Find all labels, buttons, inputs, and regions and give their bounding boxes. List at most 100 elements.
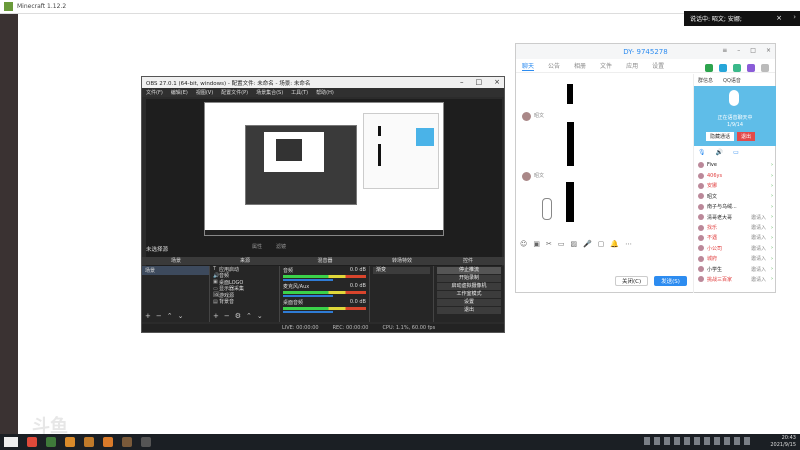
- menu-icon[interactable]: ≡: [722, 47, 727, 54]
- minimize-icon[interactable]: –: [460, 78, 464, 86]
- gif-icon[interactable]: ▣: [533, 240, 540, 248]
- more-icon[interactable]: ⋯: [625, 240, 632, 248]
- scene-item[interactable]: 场景: [142, 266, 209, 275]
- signal-icon: ›: [771, 203, 773, 210]
- clock[interactable]: 20:43 2021/9/15: [770, 435, 796, 449]
- member-item[interactable]: 城府 邀请入 ›: [694, 254, 776, 264]
- more-icon[interactable]: [761, 64, 769, 72]
- menu-view[interactable]: 视图(V): [196, 89, 213, 96]
- tab-qq-voice[interactable]: QQ语音: [723, 77, 741, 84]
- down-icon[interactable]: ⌄: [257, 312, 263, 320]
- tab-album[interactable]: 相册: [574, 61, 586, 70]
- close-button[interactable]: 关闭(C): [615, 276, 649, 286]
- member-item[interactable]: 南子与乌绒... ›: [694, 202, 776, 212]
- source-item[interactable]: ▤ 背景音: [210, 299, 279, 306]
- hide-call-button[interactable]: 隐藏通话: [706, 132, 735, 141]
- add-icon[interactable]: +: [213, 312, 219, 320]
- filters-button[interactable]: 滤镜: [276, 243, 286, 250]
- send-button[interactable]: 发送(S): [654, 276, 687, 286]
- mixer-channel: 桌面音频 0.0 dB: [280, 298, 369, 314]
- remove-icon[interactable]: −: [156, 312, 162, 320]
- rec-time: REC: 00:00:00: [332, 325, 369, 331]
- input-toolbar: ☺ ▣ ✂ ▭ ▨ 🎤 ▢ 🔔 ⋯: [520, 240, 632, 248]
- chat-area[interactable]: 昭文 昭文: [516, 74, 693, 234]
- tab-settings[interactable]: 设置: [652, 61, 664, 70]
- obs-taskbar-icon[interactable]: [141, 437, 151, 447]
- up-icon[interactable]: ⌃: [246, 312, 252, 320]
- tab-group-info[interactable]: 群信息: [698, 77, 713, 84]
- voice-icon[interactable]: 🎤: [583, 240, 592, 248]
- share-icon[interactable]: [733, 64, 741, 72]
- tab-chat[interactable]: 聊天: [522, 61, 535, 71]
- image-icon[interactable]: ▨: [570, 240, 577, 248]
- menu-file[interactable]: 文件(F): [146, 89, 163, 96]
- add-icon[interactable]: +: [145, 312, 151, 320]
- tab-files[interactable]: 文件: [600, 61, 612, 70]
- maximize-icon[interactable]: □: [476, 78, 483, 86]
- menu-scene-collection[interactable]: 场景集合(S): [256, 89, 283, 96]
- menu-help[interactable]: 帮助(H): [316, 89, 334, 96]
- app-icon[interactable]: [103, 437, 113, 447]
- gear-icon[interactable]: ⚙: [235, 312, 241, 320]
- bell-icon[interactable]: 🔔: [610, 240, 619, 248]
- member-item[interactable]: 挑战三百家 邀请入 ›: [694, 274, 776, 284]
- tab-apps[interactable]: 应用: [626, 61, 638, 70]
- member-item[interactable]: 小学生 邀请入 ›: [694, 264, 776, 274]
- cut-icon[interactable]: ✂: [546, 240, 552, 248]
- qq-action-icons: [705, 64, 769, 72]
- member-item[interactable]: 安娜 ›: [694, 181, 776, 191]
- minecraft-taskbar-icon[interactable]: [122, 437, 132, 447]
- exit-button[interactable]: 退出: [437, 307, 501, 314]
- menu-tools[interactable]: 工具(T): [291, 89, 308, 96]
- virtual-camera-button[interactable]: 启动虚拟摄像机: [437, 283, 501, 290]
- down-icon[interactable]: ⌄: [178, 312, 184, 320]
- stop-stream-button[interactable]: 停止推流: [437, 267, 501, 274]
- app-icon[interactable]: [747, 64, 755, 72]
- camera-icon[interactable]: ▭: [733, 149, 739, 156]
- app-icon[interactable]: [46, 437, 56, 447]
- close-icon[interactable]: ×: [776, 14, 782, 22]
- start-recording-button[interactable]: 开始录制: [437, 275, 501, 282]
- volume-slider[interactable]: [283, 279, 333, 281]
- remove-icon[interactable]: −: [224, 312, 230, 320]
- app-icon[interactable]: [65, 437, 75, 447]
- studio-mode-button[interactable]: 工作室模式: [437, 291, 501, 298]
- app-icon[interactable]: [27, 437, 37, 447]
- app-icon[interactable]: [84, 437, 94, 447]
- maximize-icon[interactable]: □: [750, 47, 756, 54]
- member-list: Five › 406ys › 安娜 › 昭文 › 南子与乌绒... › 清哥老大哥 邀请入 › 找乐 邀请入…: [694, 160, 776, 285]
- video-icon[interactable]: [719, 64, 727, 72]
- volume-slider[interactable]: [283, 295, 333, 297]
- settings-button[interactable]: 设置: [437, 299, 501, 306]
- transition-select[interactable]: 渐变: [373, 267, 430, 274]
- close-icon[interactable]: ×: [766, 47, 771, 54]
- member-item[interactable]: 找乐 邀请入 ›: [694, 222, 776, 232]
- signal-icon: ›: [771, 276, 773, 283]
- chevron-icon[interactable]: ›: [793, 13, 796, 21]
- member-item[interactable]: Five ›: [694, 160, 776, 170]
- signal-icon: ›: [771, 224, 773, 231]
- close-icon[interactable]: ×: [494, 78, 500, 86]
- volume-slider[interactable]: [283, 311, 333, 313]
- file-icon[interactable]: ▭: [558, 240, 565, 248]
- avatar: [698, 193, 704, 200]
- voice-notification[interactable]: 说话中: 昭文; 安娜; × ›: [684, 11, 800, 26]
- menu-edit[interactable]: 编辑(E): [171, 89, 188, 96]
- emoji-icon[interactable]: ☺: [520, 240, 527, 248]
- speaker-icon[interactable]: 🔊: [716, 149, 723, 156]
- member-item[interactable]: 昭文 ›: [694, 191, 776, 201]
- gift-icon[interactable]: ▢: [598, 240, 605, 248]
- member-item[interactable]: 小公司 邀请入 ›: [694, 243, 776, 253]
- member-item[interactable]: 清哥老大哥 邀请入 ›: [694, 212, 776, 222]
- member-item[interactable]: 406ys ›: [694, 170, 776, 180]
- mic-icon[interactable]: 🎙: [698, 149, 706, 156]
- tab-notice[interactable]: 公告: [548, 61, 560, 70]
- minimize-icon[interactable]: –: [737, 47, 740, 54]
- member-item[interactable]: 不遇 邀请入 ›: [694, 233, 776, 243]
- exit-call-button[interactable]: 退出: [737, 132, 756, 141]
- up-icon[interactable]: ⌃: [167, 312, 173, 320]
- windows-start-icon[interactable]: [4, 437, 18, 447]
- menu-profile[interactable]: 配置文件(P): [221, 89, 248, 96]
- phone-icon[interactable]: [705, 64, 713, 72]
- properties-button[interactable]: 属性: [252, 243, 262, 250]
